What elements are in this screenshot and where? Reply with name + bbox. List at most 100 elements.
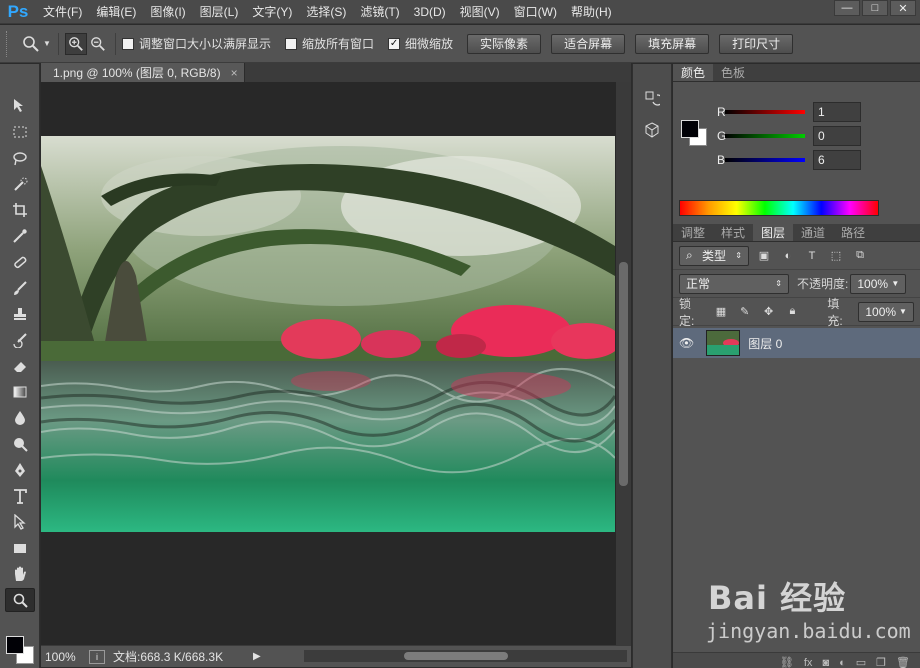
history-brush-tool-icon[interactable] [5, 328, 35, 352]
history-panel-icon[interactable] [637, 86, 667, 110]
print-size-button[interactable]: 打印尺寸 [719, 33, 794, 54]
vertical-scroll-thumb[interactable] [619, 262, 628, 486]
close-button[interactable]: ✕ [890, 0, 916, 16]
menu-window[interactable]: 窗口(W) [507, 0, 564, 24]
blue-slider[interactable] [725, 158, 805, 162]
type-tool-icon[interactable] [5, 484, 35, 508]
delete-layer-icon[interactable]: 🗑︎ [896, 656, 910, 668]
red-value-input[interactable]: 1 [813, 102, 861, 122]
pixel-filter-icon[interactable]: ▣ [755, 247, 773, 265]
green-value-input[interactable]: 0 [813, 126, 861, 146]
zoom-tool-icon[interactable] [20, 33, 42, 55]
pen-tool-icon[interactable] [5, 458, 35, 482]
checkbox-box-checked[interactable]: ✓ [388, 37, 401, 50]
chevron-down-icon[interactable]: ▼ [899, 307, 907, 316]
menu-3d[interactable]: 3D(D) [407, 0, 453, 24]
gradient-tool-icon[interactable] [5, 380, 35, 404]
blend-mode-select[interactable]: 正常 ⇕ [679, 273, 789, 294]
red-slider[interactable] [725, 110, 805, 114]
lock-transparent-icon[interactable]: ▦ [712, 303, 730, 321]
chevron-down-icon[interactable]: ▼ [42, 33, 52, 55]
layer-filter-select[interactable]: ⌕ 类型 ⇕ [679, 245, 749, 266]
lock-all-icon[interactable]: 🔒︎ [784, 303, 802, 321]
blur-tool-icon[interactable] [5, 406, 35, 430]
zoom-tool-active-icon[interactable] [4, 588, 35, 612]
status-info-icon[interactable]: i [89, 649, 105, 664]
crop-tool-icon[interactable] [5, 198, 35, 222]
fit-screen-button[interactable]: 适合屏幕 [551, 33, 626, 54]
zoom-out-icon[interactable] [87, 33, 109, 55]
adjustment-layer-icon[interactable]: ◐ [839, 657, 846, 668]
menu-edit[interactable]: 编辑(E) [89, 0, 143, 24]
eraser-tool-icon[interactable] [5, 354, 35, 378]
options-grip[interactable] [6, 30, 10, 57]
layer-mask-icon[interactable]: ◙ [822, 657, 829, 668]
menu-layer[interactable]: 图层(L) [193, 0, 246, 24]
menu-file[interactable]: 文件(F) [36, 0, 89, 24]
vertical-scrollbar[interactable] [616, 82, 631, 645]
layer-thumbnail[interactable] [706, 330, 741, 356]
path-selection-tool-icon[interactable] [5, 510, 35, 534]
zoom-all-windows-checkbox[interactable]: 缩放所有窗口 [285, 35, 374, 52]
tab-styles[interactable]: 样式 [713, 224, 753, 241]
zoom-in-icon[interactable] [65, 32, 87, 55]
layer-style-icon[interactable]: fx [804, 657, 813, 668]
green-slider[interactable] [725, 134, 805, 138]
canvas-area[interactable] [41, 82, 616, 645]
eyedropper-tool-icon[interactable] [5, 224, 35, 248]
layer-row[interactable]: 👁︎ 图层 0 [673, 328, 920, 358]
horizontal-scroll-thumb[interactable] [404, 652, 508, 660]
lock-position-icon[interactable]: ✥ [760, 303, 778, 321]
clone-stamp-tool-icon[interactable] [5, 302, 35, 326]
document-tab[interactable]: 1.png @ 100% (图层 0, RGB/8) × [41, 63, 245, 82]
fill-screen-button[interactable]: 填充屏幕 [635, 33, 710, 54]
move-tool-icon[interactable] [5, 94, 35, 118]
healing-brush-tool-icon[interactable] [5, 250, 35, 274]
tab-layers[interactable]: 图层 [753, 224, 794, 241]
eye-icon[interactable]: 👁︎ [679, 336, 694, 350]
new-group-icon[interactable]: ▭ [856, 656, 866, 668]
lasso-tool-icon[interactable] [5, 146, 35, 170]
smart-object-filter-icon[interactable]: ⧉ [851, 247, 869, 265]
menu-help[interactable]: 帮助(H) [564, 0, 619, 24]
adjustment-filter-icon[interactable]: ◐ [779, 247, 797, 265]
status-menu-arrow-icon[interactable]: ▶ [253, 651, 261, 662]
lock-image-icon[interactable]: ✎ [736, 303, 754, 321]
rectangle-tool-icon[interactable] [5, 536, 35, 560]
tab-adjustments[interactable]: 调整 [673, 224, 713, 241]
menu-type[interactable]: 文字(Y) [245, 0, 299, 24]
dodge-tool-icon[interactable] [5, 432, 35, 456]
menu-filter[interactable]: 滤镜(T) [353, 0, 406, 24]
fill-input[interactable]: 100% ▼ [858, 301, 914, 322]
3d-panel-icon[interactable] [637, 118, 667, 142]
color-spectrum-ramp[interactable] [679, 200, 879, 216]
actual-pixels-button[interactable]: 实际像素 [467, 33, 542, 54]
foreground-color-swatch[interactable] [6, 636, 24, 654]
new-layer-icon[interactable]: ❐ [876, 656, 886, 668]
brush-tool-icon[interactable] [5, 276, 35, 300]
checkbox-box[interactable] [285, 37, 298, 50]
quick-selection-tool-icon[interactable] [5, 172, 35, 196]
menu-select[interactable]: 选择(S) [299, 0, 353, 24]
horizontal-scrollbar[interactable] [304, 650, 627, 662]
blue-value-input[interactable]: 6 [813, 150, 861, 170]
resize-windows-checkbox[interactable]: 调整窗口大小以满屏显示 [122, 35, 271, 52]
close-tab-icon[interactable]: × [231, 66, 238, 80]
tab-color[interactable]: 颜色 [673, 64, 714, 81]
tab-channels[interactable]: 通道 [793, 224, 833, 241]
canvas-image[interactable] [41, 136, 615, 532]
tab-swatches[interactable]: 色板 [713, 64, 753, 81]
checkbox-box[interactable] [122, 37, 134, 50]
marquee-tool-icon[interactable] [5, 120, 35, 144]
type-filter-icon[interactable]: T [803, 247, 821, 265]
tab-paths[interactable]: 路径 [833, 224, 873, 241]
color-swatch[interactable] [6, 636, 36, 666]
shape-filter-icon[interactable]: ⬚ [827, 247, 845, 265]
layer-name[interactable]: 图层 0 [748, 335, 782, 352]
maximize-button[interactable]: □ [862, 0, 888, 16]
hand-tool-icon[interactable] [5, 562, 35, 586]
menu-image[interactable]: 图像(I) [143, 0, 192, 24]
link-layers-icon[interactable]: ⛓︎ [780, 656, 794, 668]
zoom-level-field[interactable]: 100% [41, 650, 89, 664]
scrubby-zoom-checkbox[interactable]: ✓ 细微缩放 [388, 35, 453, 52]
